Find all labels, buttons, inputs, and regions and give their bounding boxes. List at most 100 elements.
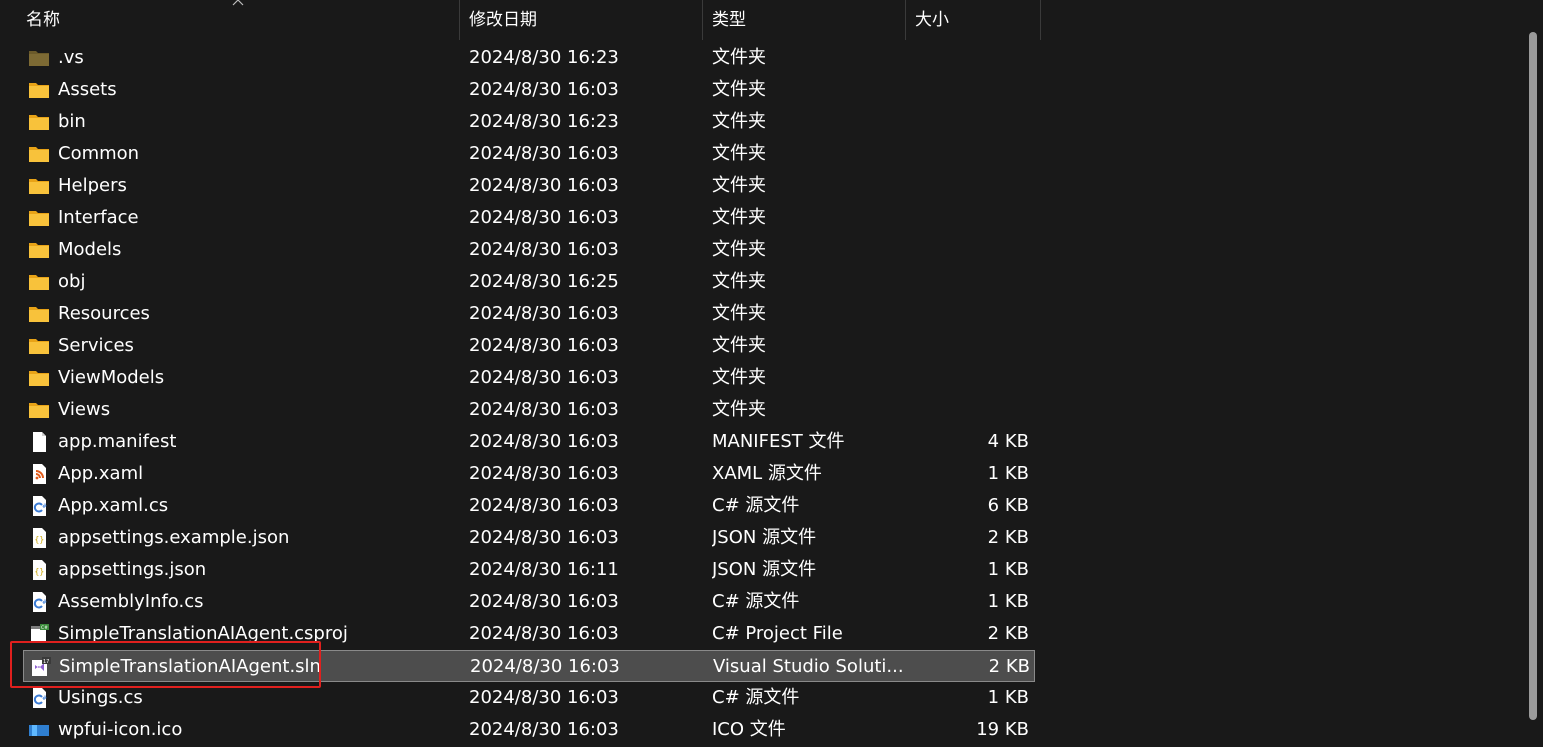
file-name: Usings.cs xyxy=(58,687,143,708)
list-item[interactable]: app.manifest 2024/8/30 16:03 MANIFEST 文件 4 … xyxy=(23,426,1035,458)
file-type: 文件夹 xyxy=(712,271,766,292)
file-date: 2024/8/30 16:03 xyxy=(469,143,619,164)
file-type: C# 源文件 xyxy=(712,591,800,612)
file-name: obj xyxy=(58,271,86,292)
list-item[interactable]: # App.xaml.cs 2024/8/30 16:03 C# 源文件 6 KB xyxy=(23,490,1035,522)
folder-icon xyxy=(28,272,50,292)
list-item[interactable]: ViewModels 2024/8/30 16:03 文件夹 xyxy=(23,362,1035,394)
list-item[interactable]: .vs 2024/8/30 16:23 文件夹 xyxy=(23,42,1035,74)
svg-text:{}: {} xyxy=(35,535,45,544)
file-type: 文件夹 xyxy=(712,207,766,228)
file-name: App.xaml xyxy=(58,463,144,484)
column-header-name[interactable]: 名称 xyxy=(18,0,459,40)
file-date: 2024/8/30 16:03 xyxy=(469,335,619,356)
file-date: 2024/8/30 16:03 xyxy=(469,431,619,452)
folder-icon xyxy=(28,240,50,260)
list-item[interactable]: # Usings.cs 2024/8/30 16:03 C# 源文件 1 KB xyxy=(23,682,1035,714)
folder-icon xyxy=(28,400,50,420)
list-item[interactable]: Views 2024/8/30 16:03 文件夹 xyxy=(23,394,1035,426)
list-item[interactable]: 17 SimpleTranslationAIAgent.sln 2024/8/30 … xyxy=(23,650,1035,682)
file-size: 1 KB xyxy=(987,687,1029,708)
file-name: App.xaml.cs xyxy=(58,495,169,516)
file-type: MANIFEST 文件 xyxy=(712,431,845,452)
folder-icon xyxy=(28,304,50,324)
file-date: 2024/8/30 16:03 xyxy=(469,79,619,100)
file-date: 2024/8/30 16:03 xyxy=(470,656,620,677)
file-name: Models xyxy=(58,239,122,260)
list-item[interactable]: Common 2024/8/30 16:03 文件夹 xyxy=(23,138,1035,170)
file-type: 文件夹 xyxy=(712,47,766,68)
file-type: JSON 源文件 xyxy=(712,527,817,548)
list-item[interactable]: Helpers 2024/8/30 16:03 文件夹 xyxy=(23,170,1035,202)
file-size xyxy=(913,362,1029,394)
csharp-file-icon: # xyxy=(28,496,50,516)
file-type: C# Project File xyxy=(712,623,843,644)
list-item[interactable]: obj 2024/8/30 16:25 文件夹 xyxy=(23,266,1035,298)
file-name: Assets xyxy=(58,79,117,100)
list-item[interactable]: Models 2024/8/30 16:03 文件夹 xyxy=(23,234,1035,266)
file-size xyxy=(913,394,1029,426)
list-item[interactable]: App.xaml 2024/8/30 16:03 XAML 源文件 1 KB xyxy=(23,458,1035,490)
file-date: 2024/8/30 16:03 xyxy=(469,623,619,644)
file-size: 6 KB xyxy=(987,495,1029,516)
list-item[interactable]: Assets 2024/8/30 16:03 文件夹 xyxy=(23,74,1035,106)
file-type: Visual Studio Soluti... xyxy=(713,656,903,677)
file-size xyxy=(913,106,1029,138)
column-separator[interactable] xyxy=(702,0,703,40)
file-size xyxy=(913,138,1029,170)
list-item[interactable]: {} appsettings.example.json 2024/8/30 16:0… xyxy=(23,522,1035,554)
column-header-date[interactable]: 修改日期 xyxy=(461,0,702,40)
column-separator[interactable] xyxy=(1040,0,1041,40)
file-date: 2024/8/30 16:03 xyxy=(469,591,619,612)
file-name: .vs xyxy=(58,47,84,68)
file-size xyxy=(913,170,1029,202)
file-name: SimpleTranslationAIAgent.csproj xyxy=(58,623,348,644)
visual-studio-solution-icon: 17 xyxy=(29,657,51,677)
list-item[interactable]: Interface 2024/8/30 16:03 文件夹 xyxy=(23,202,1035,234)
list-item[interactable]: bin 2024/8/30 16:23 文件夹 xyxy=(23,106,1035,138)
folder-icon-dim xyxy=(28,48,50,68)
file-name: appsettings.json xyxy=(58,559,207,580)
file-date: 2024/8/30 16:03 xyxy=(469,719,619,740)
file-date: 2024/8/30 16:03 xyxy=(469,399,619,420)
sort-ascending-icon xyxy=(232,0,244,6)
list-item[interactable]: # AssemblyInfo.cs 2024/8/30 16:03 C# 源文件 1 K… xyxy=(23,586,1035,618)
file-name: SimpleTranslationAIAgent.sln xyxy=(59,656,321,677)
column-header-type[interactable]: 类型 xyxy=(704,0,905,40)
column-header-bar: 名称 修改日期 类型 大小 xyxy=(0,0,1041,40)
csharp-file-icon: # xyxy=(28,688,50,708)
list-item[interactable]: wpfui-icon.ico 2024/8/30 16:03 ICO 文件 19 KB xyxy=(23,714,1035,746)
file-type: 文件夹 xyxy=(712,239,766,260)
file-name: Common xyxy=(58,143,140,164)
file-type: ICO 文件 xyxy=(712,719,786,740)
csproj-file-icon: C# xyxy=(28,624,50,644)
file-date: 2024/8/30 16:03 xyxy=(469,303,619,324)
file-size: 2 KB xyxy=(987,527,1029,548)
column-separator[interactable] xyxy=(905,0,906,40)
file-name: app.manifest xyxy=(58,431,177,452)
file-type: C# 源文件 xyxy=(712,495,800,516)
file-name: Resources xyxy=(58,303,150,324)
column-separator[interactable] xyxy=(459,0,460,40)
ico-file-icon xyxy=(28,720,50,740)
list-item[interactable]: Services 2024/8/30 16:03 文件夹 xyxy=(23,330,1035,362)
column-header-size[interactable]: 大小 xyxy=(907,0,1040,40)
file-size: 4 KB xyxy=(987,431,1029,452)
file-date: 2024/8/30 16:03 xyxy=(469,207,619,228)
xaml-file-icon xyxy=(28,464,50,484)
list-item[interactable]: {} appsettings.json 2024/8/30 16:11 JSON 源文… xyxy=(23,554,1035,586)
svg-text:#: # xyxy=(42,695,47,702)
file-name: Services xyxy=(58,335,134,356)
csharp-file-icon: # xyxy=(28,592,50,612)
file-size xyxy=(913,234,1029,266)
folder-icon xyxy=(28,80,50,100)
file-name: ViewModels xyxy=(58,367,165,388)
scrollbar-thumb[interactable] xyxy=(1529,32,1537,720)
file-name: Views xyxy=(58,399,111,420)
list-item[interactable]: Resources 2024/8/30 16:03 文件夹 xyxy=(23,298,1035,330)
file-date: 2024/8/30 16:11 xyxy=(469,559,619,580)
file-name: wpfui-icon.ico xyxy=(58,719,183,740)
file-size xyxy=(913,330,1029,362)
json-file-icon: {} xyxy=(28,528,50,548)
list-item[interactable]: C# SimpleTranslationAIAgent.csproj 2024/8/… xyxy=(23,618,1035,650)
